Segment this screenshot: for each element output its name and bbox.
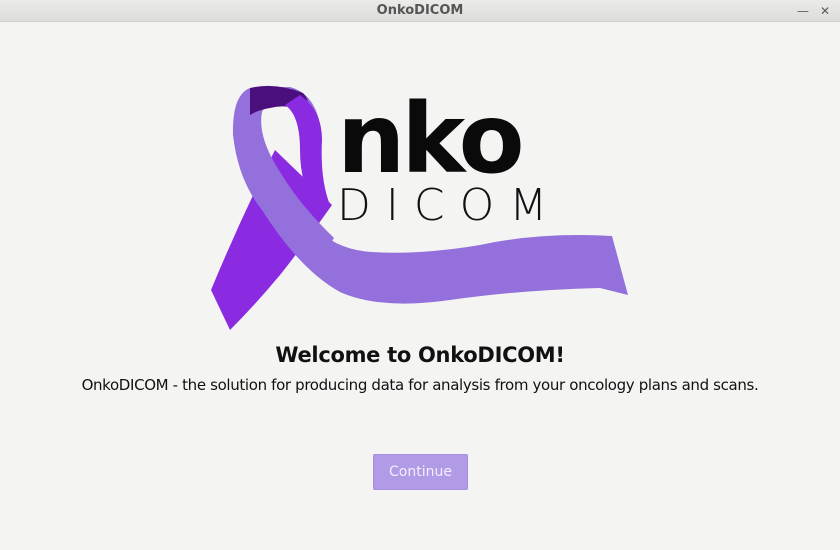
minimize-icon[interactable]: — <box>794 2 812 20</box>
app-window: OnkoDICOM — ✕ nko DICOM Welcome to OnkoD… <box>0 0 840 550</box>
description-text: OnkoDICOM - the solution for producing d… <box>81 376 759 394</box>
logo-word-dicom: DICOM <box>337 180 562 231</box>
onkodicom-logo: nko DICOM <box>211 83 628 330</box>
title-bar[interactable]: OnkoDICOM — ✕ <box>0 0 840 22</box>
welcome-heading: Welcome to OnkoDICOM! <box>275 343 565 367</box>
close-icon[interactable]: ✕ <box>816 2 834 20</box>
window-title: OnkoDICOM <box>376 3 464 18</box>
continue-button[interactable]: Continue <box>373 454 468 490</box>
logo-word-nko: nko <box>337 83 521 195</box>
